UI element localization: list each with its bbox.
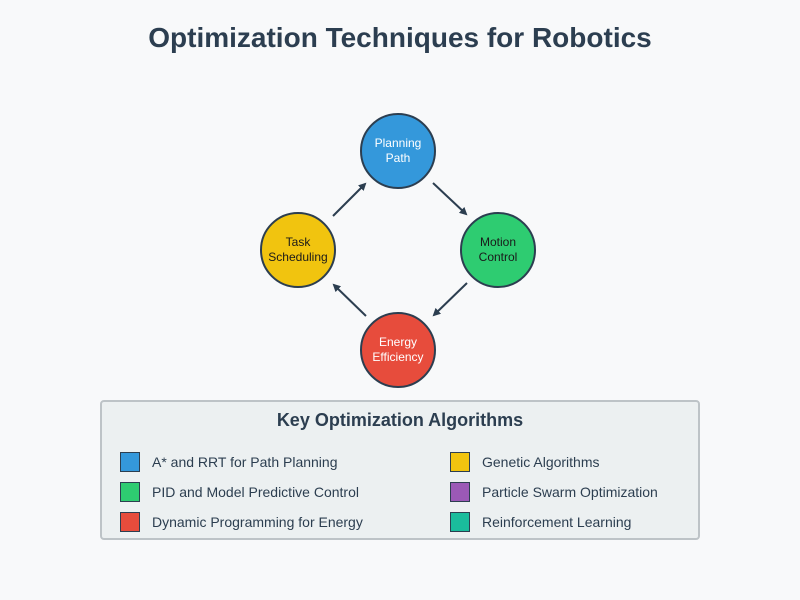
legend-item: PID and Model Predictive Control [120, 482, 359, 502]
legend-item: Genetic Algorithms [450, 452, 600, 472]
swatch-blue [120, 452, 140, 472]
swatch-teal [450, 512, 470, 532]
legend-label: Genetic Algorithms [482, 454, 600, 470]
swatch-purple [450, 482, 470, 502]
panel-title: Key Optimization Algorithms [276, 410, 524, 430]
swatch-yellow [450, 452, 470, 472]
node-energy-efficiency: Energy Efficiency [360, 312, 436, 388]
legend-item: Particle Swarm Optimization [450, 482, 658, 502]
legend-label: Dynamic Programming for Energy [152, 514, 363, 530]
algorithms-panel: Key Optimization Algorithms A* and RRT f… [100, 400, 700, 540]
legend-item: Dynamic Programming for Energy [120, 512, 363, 532]
swatch-red [120, 512, 140, 532]
legend-item: Reinforcement Learning [450, 512, 631, 532]
node-task-scheduling: Task Scheduling [260, 212, 336, 288]
node-motion-control: Motion Control [460, 212, 536, 288]
arrow-motion-to-energy [432, 282, 468, 317]
legend-label: Reinforcement Learning [482, 514, 632, 530]
arrow-energy-to-task [332, 283, 367, 317]
arrow-task-to-planning [332, 182, 367, 217]
legend-label: Particle Swarm Optimization [482, 484, 658, 500]
swatch-green [120, 482, 140, 502]
legend-label: PID and Model Predictive Control [152, 484, 359, 500]
legend-item: A* and RRT for Path Planning [120, 452, 338, 472]
node-planning-path: Planning Path [360, 113, 436, 189]
legend-label: A* and RRT for Path Planning [152, 454, 338, 470]
arrow-planning-to-motion [432, 182, 468, 216]
